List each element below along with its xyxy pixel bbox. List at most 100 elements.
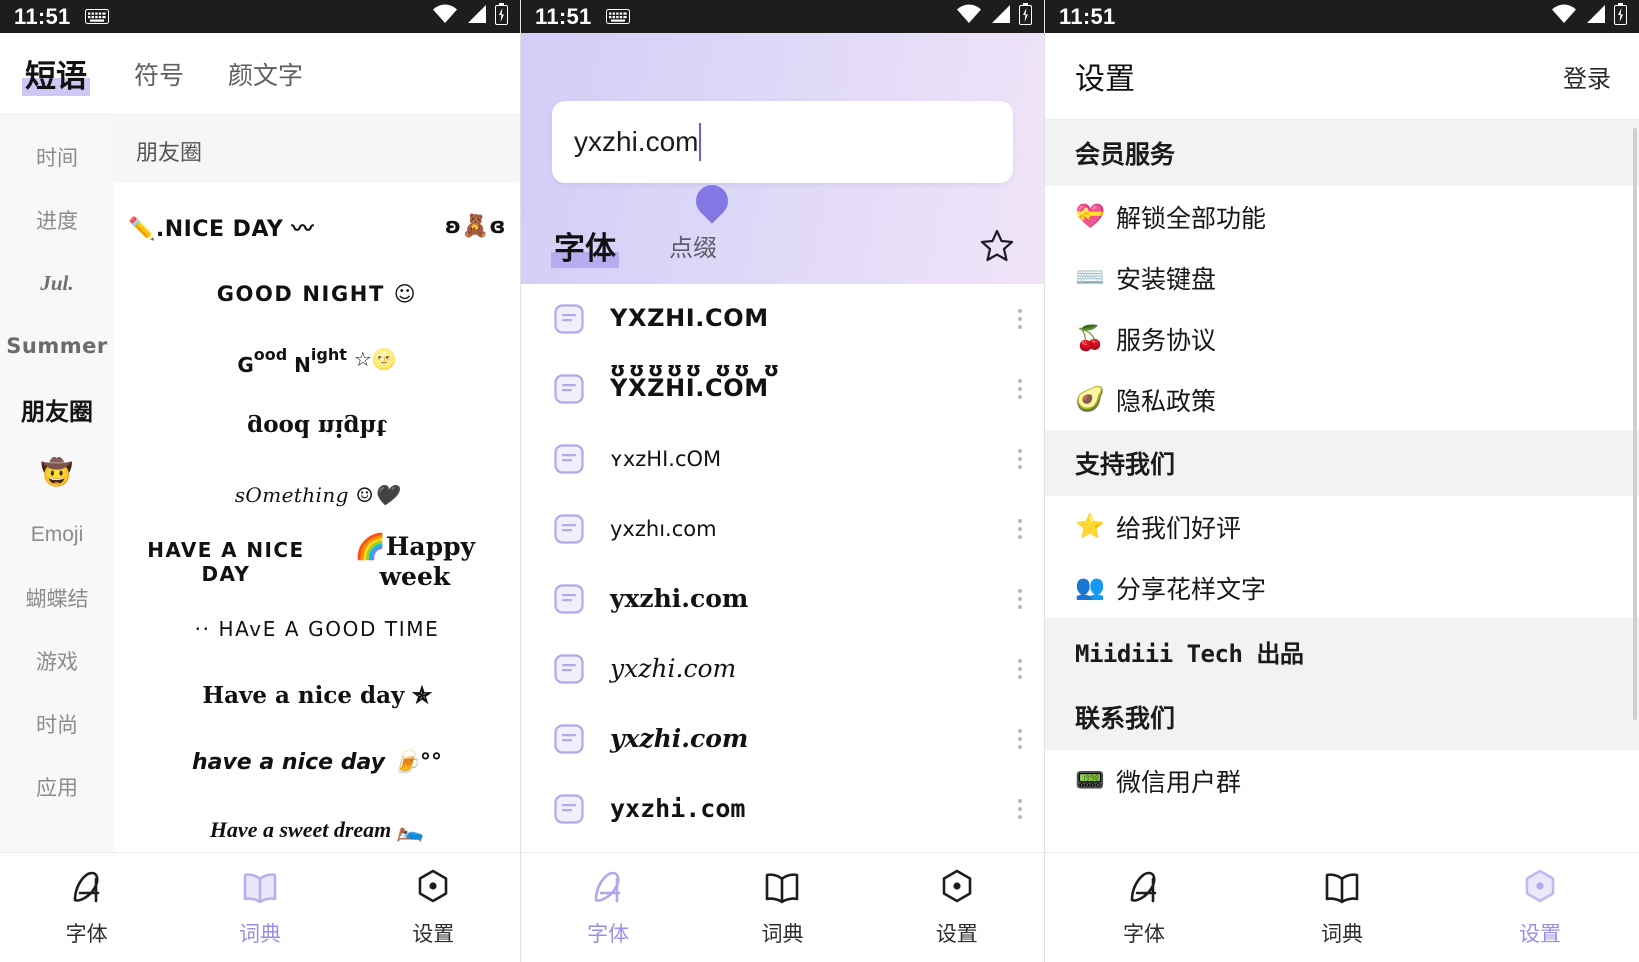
nav-label: 词典 — [1321, 918, 1363, 948]
more-vertical-icon[interactable] — [1018, 659, 1022, 679]
sidebar-item-emoji[interactable]: Emoji — [31, 515, 84, 555]
panel-settings: 11:51 设置 登录 会员服务 💝 解锁全部功能 ⌨️ 安装键盘 🍒 — [1045, 0, 1639, 962]
search-input[interactable]: yxzhi.com — [552, 101, 1013, 183]
font-variant-text: yxzhi.com — [610, 726, 992, 752]
nav-item-shezhi[interactable]: 设置 — [1441, 867, 1639, 948]
nav-label: 字体 — [1123, 918, 1165, 948]
status-indicators — [432, 3, 508, 30]
nav-item-shezhi[interactable]: 设置 — [870, 867, 1044, 948]
settings-item-unlock-all[interactable]: 💝 解锁全部功能 — [1045, 186, 1639, 247]
tab-yanwenzi[interactable]: 颜文字 — [228, 56, 303, 92]
tab-ziti[interactable]: 字体 — [551, 223, 619, 268]
more-vertical-icon[interactable] — [1018, 379, 1022, 399]
star-icon: ⭐ — [1075, 512, 1103, 541]
sidebar-item-jindu[interactable]: 进度 — [36, 200, 78, 240]
more-vertical-icon[interactable] — [1018, 309, 1022, 329]
phrase-text: GOOD NIGHT ☺ — [217, 282, 418, 306]
list-item[interactable]: good night — [114, 394, 520, 461]
more-vertical-icon[interactable] — [1018, 449, 1022, 469]
list-item[interactable]: Good Night ☆🌝 — [114, 327, 520, 394]
table-row[interactable]: yxzhi.com — [521, 564, 1044, 634]
table-row[interactable]: yxzhı.com — [521, 494, 1044, 564]
tab-fuhao[interactable]: 符号 — [134, 56, 184, 92]
sidebar-item-pengyouquan[interactable]: 朋友圈 — [21, 389, 93, 429]
scrollbar[interactable] — [1633, 128, 1637, 720]
nav-label: 设置 — [1519, 918, 1561, 948]
font-hero: yxzhi.com 字体 点缀 — [521, 33, 1044, 284]
nav-label: 设置 — [936, 918, 978, 948]
nav-item-cidian[interactable]: 词典 — [173, 867, 346, 948]
list-item[interactable]: ·· HAvE A GOOD TIME — [114, 595, 520, 662]
more-vertical-icon[interactable] — [1018, 589, 1022, 609]
battery-icon — [1019, 3, 1032, 30]
sidebar-item-summer[interactable]: Summer — [6, 326, 107, 366]
more-vertical-icon[interactable] — [1018, 519, 1022, 539]
text-style-icon — [554, 794, 584, 824]
phrases-body: 时间 进度 Jul. Summer 朋友圈 🤠 Emoji 蝴蝶结 游戏 时尚 … — [0, 115, 520, 852]
list-item[interactable]: ✏️.NICE DAY 〰 ʚ🧸ɞ — [114, 193, 520, 260]
settings-item-wechat-group[interactable]: 📟 微信用户群 — [1045, 750, 1639, 811]
book-icon — [1322, 867, 1362, 909]
table-row[interactable]: YXZHI.COM — [521, 284, 1044, 354]
page-title: 设置 — [1075, 54, 1135, 98]
sidebar-item-yingyong[interactable]: 应用 — [36, 767, 78, 807]
status-bar: 11:51 — [0, 0, 520, 33]
settings-item-privacy[interactable]: 🥑 隐私政策 — [1045, 369, 1639, 430]
table-row[interactable]: yxzhi.com — [521, 634, 1044, 704]
bottom-nav: 字体 词典 设置 — [1045, 852, 1639, 962]
table-row[interactable]: yxzhi.com — [521, 704, 1044, 774]
list-item[interactable]: GOOD NIGHT ☺ — [114, 260, 520, 327]
phrase-text: good night — [247, 414, 387, 441]
phrase-list: 朋友圈 ✏️.NICE DAY 〰 ʚ🧸ɞ GOOD NIGHT ☺ Good … — [114, 115, 520, 852]
more-vertical-icon[interactable] — [1018, 799, 1022, 819]
settings-item-share[interactable]: 👥 分享花样文字 — [1045, 557, 1639, 618]
avocado-icon: 🥑 — [1075, 385, 1103, 414]
text-style-icon — [554, 584, 584, 614]
category-sidebar[interactable]: 时间 进度 Jul. Summer 朋友圈 🤠 Emoji 蝴蝶结 游戏 时尚 … — [0, 115, 114, 852]
nav-item-cidian[interactable]: 词典 — [1243, 867, 1441, 948]
list-item[interactable]: Have a sweet dream 🛌 — [114, 796, 520, 852]
login-button[interactable]: 登录 — [1563, 59, 1611, 94]
phrase-text: Have a nice day ✯ — [202, 682, 431, 709]
more-vertical-icon[interactable] — [1018, 729, 1022, 749]
nav-item-shezhi[interactable]: 设置 — [347, 867, 520, 948]
star-outline-icon[interactable] — [980, 229, 1014, 262]
list-item[interactable]: HAVE A NICE DAY 🌈Happy week — [114, 528, 520, 595]
phrases-tabbar: 短语 符号 颜文字 — [0, 33, 520, 115]
text-selection-handle[interactable] — [689, 178, 734, 223]
settings-item-label: 解锁全部功能 — [1116, 199, 1266, 235]
nav-label: 设置 — [412, 918, 454, 948]
settings-item-label: 给我们好评 — [1116, 509, 1241, 545]
phrase-cards: ✏️.NICE DAY 〰 ʚ🧸ɞ GOOD NIGHT ☺ Good Nigh… — [114, 183, 520, 852]
settings-item-terms[interactable]: 🍒 服务协议 — [1045, 308, 1639, 369]
settings-item-rate-us[interactable]: ⭐ 给我们好评 — [1045, 496, 1639, 557]
font-a-icon — [67, 867, 107, 909]
wifi-icon — [1551, 4, 1577, 29]
book-icon — [240, 867, 280, 909]
wifi-icon — [956, 4, 982, 29]
sidebar-item-youxi[interactable]: 游戏 — [36, 641, 78, 681]
table-row[interactable]: ʊʊʊʊʊ ʊʊ ʊYXZHI.COM — [521, 354, 1044, 424]
table-row[interactable]: yxzhi.com — [521, 774, 1044, 844]
nav-item-cidian[interactable]: 词典 — [695, 867, 869, 948]
sidebar-item-jul[interactable]: Jul. — [40, 263, 73, 303]
sidebar-item-shishang[interactable]: 时尚 — [36, 704, 78, 744]
settings-item-install-keyboard[interactable]: ⌨️ 安装键盘 — [1045, 247, 1639, 308]
nav-item-ziti[interactable]: 字体 — [1045, 867, 1243, 948]
list-item[interactable]: sOmething ☺🖤 — [114, 461, 520, 528]
search-area: yxzhi.com — [521, 33, 1044, 183]
signal-icon — [989, 4, 1012, 29]
nav-item-ziti[interactable]: 字体 — [521, 867, 695, 948]
sidebar-item-shijian[interactable]: 时间 — [36, 137, 78, 177]
nav-item-ziti[interactable]: 字体 — [0, 867, 173, 948]
list-item[interactable]: have a nice day 🍺°° — [114, 729, 520, 796]
sidebar-item-hudiejie[interactable]: 蝴蝶结 — [26, 578, 89, 618]
tab-duanyu[interactable]: 短语 — [22, 51, 90, 96]
sidebar-item-cowboy-emoji[interactable]: 🤠 — [41, 452, 73, 492]
tab-dianzhui[interactable]: 点缀 — [669, 228, 717, 263]
font-variant-diacritics: ʊʊʊʊʊ ʊʊ ʊ — [610, 359, 783, 380]
phrase-text: sOmething ☺🖤 — [235, 483, 399, 507]
status-indicators — [956, 3, 1032, 30]
list-item[interactable]: Have a nice day ✯ — [114, 662, 520, 729]
table-row[interactable]: ʏxzHI.cOM — [521, 424, 1044, 494]
